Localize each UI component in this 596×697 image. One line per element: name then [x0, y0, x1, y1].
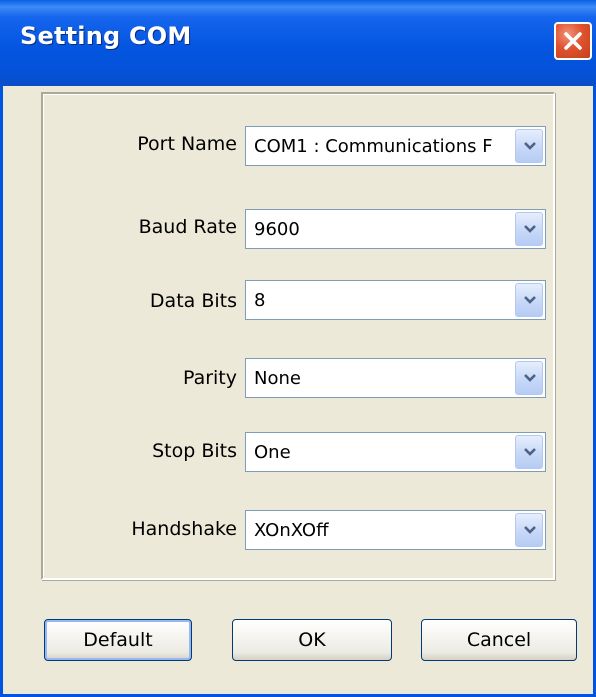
window-title: Setting COM — [20, 22, 192, 50]
handshake-select[interactable]: XOnXOff — [245, 510, 546, 550]
ok-button[interactable]: OK — [232, 619, 392, 661]
chevron-down-icon — [524, 296, 536, 304]
port-name-label: Port Name — [137, 133, 237, 155]
handshake-value: XOnXOff — [254, 520, 329, 541]
port-name-value: COM1 : Communications F — [254, 136, 493, 157]
baud-rate-dropdown-button[interactable] — [515, 212, 543, 246]
chevron-down-icon — [524, 142, 536, 150]
close-button[interactable] — [554, 22, 592, 60]
parity-value: None — [254, 368, 301, 389]
chevron-down-icon — [524, 374, 536, 382]
cancel-button[interactable]: Cancel — [421, 619, 577, 661]
title-bar[interactable]: Setting COM — [0, 0, 596, 86]
close-icon — [564, 32, 582, 50]
data-bits-select[interactable]: 8 — [245, 280, 546, 320]
dialog-window: Setting COM Port Name COM1 : Communicati… — [0, 0, 596, 697]
chevron-down-icon — [524, 526, 536, 534]
data-bits-dropdown-button[interactable] — [515, 283, 543, 317]
baud-rate-select[interactable]: 9600 — [245, 209, 546, 249]
parity-dropdown-button[interactable] — [515, 361, 543, 395]
parity-label: Parity — [182, 367, 237, 389]
stop-bits-label: Stop Bits — [152, 440, 237, 462]
handshake-dropdown-button[interactable] — [515, 513, 543, 547]
port-name-select[interactable]: COM1 : Communications F — [245, 126, 546, 166]
handshake-label: Handshake — [131, 518, 237, 540]
baud-rate-value: 9600 — [254, 219, 300, 240]
stop-bits-dropdown-button[interactable] — [515, 435, 543, 469]
chevron-down-icon — [524, 448, 536, 456]
stop-bits-value: One — [254, 442, 291, 463]
data-bits-label: Data Bits — [149, 290, 237, 312]
default-button[interactable]: Default — [44, 619, 192, 661]
parity-select[interactable]: None — [245, 358, 546, 398]
chevron-down-icon — [524, 225, 536, 233]
port-name-dropdown-button[interactable] — [515, 129, 543, 163]
stop-bits-select[interactable]: One — [245, 432, 546, 472]
data-bits-value: 8 — [254, 290, 266, 311]
baud-rate-label: Baud Rate — [138, 216, 237, 238]
